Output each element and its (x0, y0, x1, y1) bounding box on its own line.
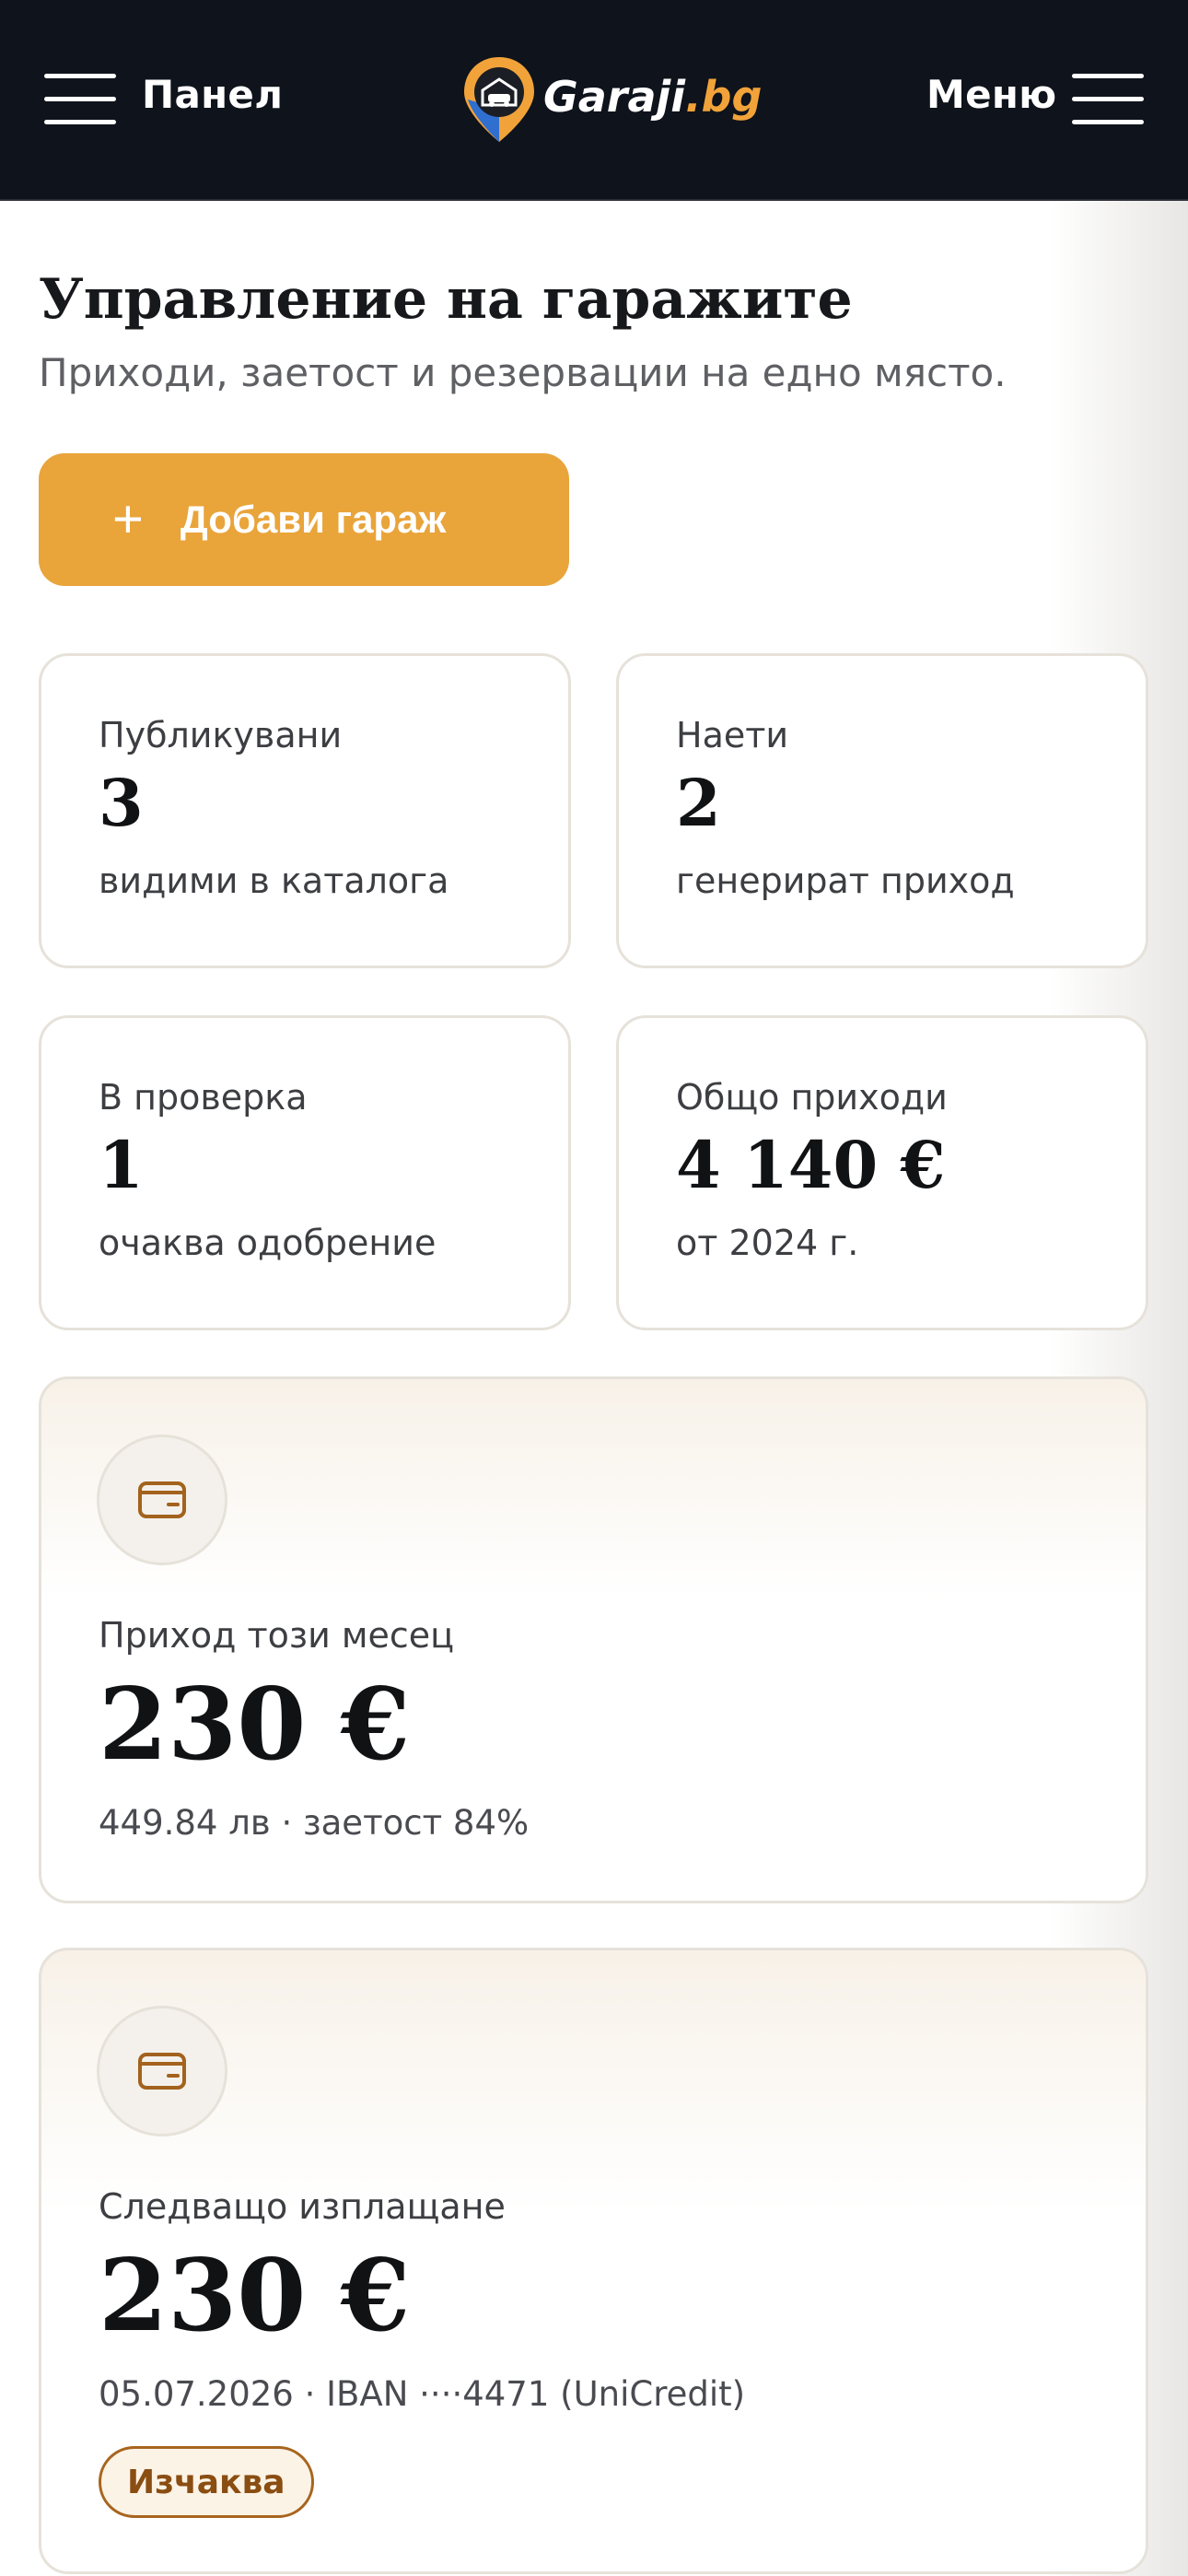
wallet-icon (97, 2006, 227, 2137)
wallet-icon (97, 1434, 227, 1565)
page-title: Управление на гаражите (39, 267, 853, 332)
top-bar: Панел Garaji.bg Меню (0, 0, 1188, 201)
next-payout-card[interactable]: Следващо изплащане 230 € 05.07.2026 · IB… (39, 1948, 1148, 2574)
add-garage-label: Добави гараж (180, 498, 447, 541)
stat-card-rented[interactable]: Наети 2 генерират приход (616, 653, 1148, 968)
stat-value: 2 (676, 765, 721, 841)
stat-label: Публикувани (99, 715, 343, 755)
stat-note: очаква одобрение (99, 1223, 437, 1263)
garaji-logo[interactable]: Garaji.bg (460, 53, 762, 146)
add-garage-button[interactable]: + Добави гараж (39, 453, 569, 586)
menu-link[interactable]: Меню (926, 72, 1056, 117)
logo-text: Garaji.bg (543, 72, 763, 122)
stat-note: видими в каталога (99, 861, 449, 901)
location-pin-icon (464, 57, 534, 142)
panel-menu-icon[interactable] (44, 74, 116, 125)
next-payout-label: Следващо изплащане (99, 2186, 506, 2227)
stat-card-published[interactable]: Публикувани 3 видими в каталога (39, 653, 571, 968)
income-month-note: 449.84 лв · заетост 84% (99, 1803, 530, 1843)
stat-label: В проверка (99, 1077, 308, 1118)
stat-note: генерират приход (676, 861, 1015, 901)
stat-card-in-review[interactable]: В проверка 1 очаква одобрение (39, 1015, 571, 1330)
stat-value: 3 (99, 765, 144, 841)
plus-icon: + (112, 489, 144, 549)
status-badge: Изчаква (99, 2446, 314, 2518)
stat-card-total-income[interactable]: Общо приходи 4 140 € от 2024 г. (616, 1015, 1148, 1330)
panel-link[interactable]: Панел (142, 72, 283, 117)
income-month-value: 230 € (99, 1667, 411, 1783)
stat-note: от 2024 г. (676, 1223, 859, 1263)
next-payout-note: 05.07.2026 · IBAN ····4471 (UniCredit) (99, 2374, 746, 2414)
stat-label: Наети (676, 715, 789, 755)
stat-value: 1 (99, 1127, 144, 1203)
page-subtitle: Приходи, заетост и резервации на едно мя… (39, 350, 1007, 395)
income-month-card[interactable]: Приход този месец 230 € 449.84 лв · зает… (39, 1376, 1148, 1903)
stat-value: 4 140 € (676, 1127, 946, 1203)
stat-label: Общо приходи (676, 1077, 948, 1118)
income-month-label: Приход този месец (99, 1615, 455, 1656)
main-menu-icon[interactable] (1072, 74, 1144, 125)
next-payout-value: 230 € (99, 2238, 411, 2354)
